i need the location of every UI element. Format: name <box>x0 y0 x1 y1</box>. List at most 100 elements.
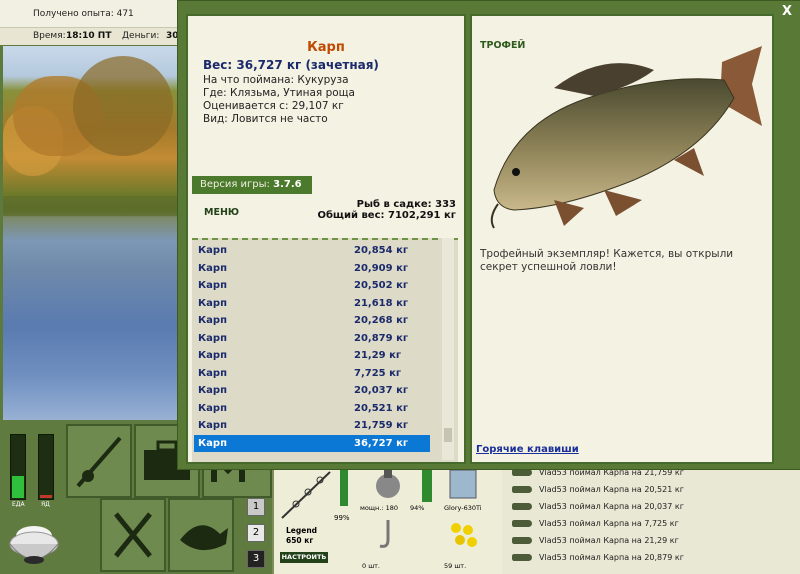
catch-log-text: Vlad53 поймал Карпа на 20,521 кг <box>539 485 684 494</box>
rod-weight: 650 кг <box>286 536 314 545</box>
keepnet-row-weight: 20,037 кг <box>354 385 409 396</box>
tree <box>73 56 173 156</box>
corn-bait-icon <box>451 523 477 547</box>
keepnet-row-weight: 21,29 кг <box>354 350 402 361</box>
carp-image <box>490 46 762 229</box>
keepnet-row-name: Карп <box>198 420 227 431</box>
scrollbar-thumb[interactable] <box>444 428 452 442</box>
reel-percent: 94% <box>410 504 425 512</box>
keepnet-row-weight: 20,502 кг <box>354 280 409 291</box>
version-value: 3.7.6 <box>273 179 302 190</box>
keepnet-row-weight: 21,618 кг <box>354 297 409 309</box>
hook-count: 0 шт. <box>362 562 381 570</box>
fish-icon <box>512 537 532 544</box>
catch-log-text: Vlad53 поймал Карпа на 7,725 кг <box>539 519 679 528</box>
catch-log-text: Vlad53 поймал Карпа на 20,037 кг <box>539 502 684 511</box>
keepnet-row[interactable]: Карп 20,909 кг <box>194 260 430 278</box>
reel-power: мощн.: 180 <box>360 504 398 512</box>
keepnet-row-name: Карп <box>198 332 227 344</box>
keepnet-list[interactable]: Карп 20,854 кг Карп 20,909 кг Карп 20,502 кг К… <box>192 238 458 462</box>
rod-slot[interactable] <box>66 424 132 498</box>
slot-2-button[interactable]: 2 <box>247 524 265 542</box>
keepnet-row[interactable]: Карп 20,521 кг <box>194 400 430 418</box>
keepnet-row-name: Карп <box>198 350 227 361</box>
keepnet-scrollbar[interactable] <box>442 238 454 460</box>
fish-place: Где: Клязьма, Утиная роща <box>203 87 355 99</box>
time-value: 18:10 ПТ <box>66 31 112 41</box>
fish-icon <box>512 520 532 527</box>
keepnet-row-weight: 20,521 кг <box>354 402 409 414</box>
rod-durability-bar <box>340 466 348 506</box>
keepnet-row-name: Карп <box>198 385 227 396</box>
slot-3-button[interactable]: 3 <box>247 550 265 568</box>
experience-label: Получено опыта: 471 <box>33 9 134 19</box>
money-label: Деньги: <box>122 31 160 41</box>
keepnet-row[interactable]: Карп 20,854 кг <box>194 242 430 260</box>
keepnet-row-weight: 20,879 кг <box>354 332 409 344</box>
keepnet-row[interactable]: Карп 21,29 кг <box>194 347 430 365</box>
eat-slot[interactable] <box>100 498 166 572</box>
keepnet-row[interactable]: Карп 7,725 кг <box>194 365 430 383</box>
keepnet-row[interactable]: Карп 20,502 кг <box>194 277 430 295</box>
fish-weight: Вес: 36,727 кг (зачетная) <box>203 58 379 72</box>
keepnet-row[interactable]: Карп 20,879 кг <box>194 330 430 348</box>
trophy-text: Трофейный экземпляр! Кажется, вы открыли… <box>480 248 734 273</box>
hud-topbar: Получено опыта: 471 Время: 18:10 ПТ День… <box>0 0 180 45</box>
keepnet-row[interactable]: Карп 20,037 кг <box>194 382 430 400</box>
catch-log-item: Vlad53 поймал Карпа на 20,521 кг <box>502 481 800 498</box>
keepnet-row[interactable]: Карп 21,759 кг <box>194 417 430 435</box>
catch-log-item: Vlad53 поймал Карпа на 21,29 кг <box>502 532 800 549</box>
close-icon[interactable]: X <box>782 4 792 19</box>
reel-icon <box>376 470 400 498</box>
keepnet-row-name: Карп <box>198 245 227 256</box>
reel-durability-bar <box>422 466 432 502</box>
slot-1-button[interactable]: 1 <box>247 498 265 516</box>
keepnet-row-weight: 21,759 кг <box>354 420 409 431</box>
keepnet-row-weight: 20,268 кг <box>354 315 409 326</box>
fork-knife-icon <box>114 512 152 558</box>
fishing-line-icon <box>449 469 477 499</box>
hook-icon <box>379 520 390 548</box>
version-label: Версия игры: <box>200 179 270 190</box>
hotkeys-link[interactable]: Горячие клавиши <box>476 444 579 455</box>
fish-valued: Оценивается с: 29,107 кг <box>203 100 344 112</box>
keepnet-row-name: Карп <box>198 437 227 449</box>
fish-bait: На что поймана: Кукуруза <box>203 74 349 86</box>
keepnet-row-name: Карп <box>198 262 227 274</box>
time-label: Время: <box>33 31 66 41</box>
catch-log-item: Vlad53 поймал Карпа на 7,725 кг <box>502 515 800 532</box>
keepnet-row[interactable]: Карп 20,268 кг <box>194 312 430 330</box>
fish-in-keepnet: Рыб в садке: 333 <box>356 199 456 210</box>
keepnet-row-name: Карп <box>198 402 227 414</box>
menu-link[interactable]: МЕНЮ <box>204 207 239 218</box>
fish-kind: Вид: Ловится не часто <box>203 113 328 125</box>
fish-name: Карп <box>307 40 345 55</box>
catch-log-item: Vlad53 поймал Карпа на 20,879 кг <box>502 549 800 566</box>
keepnet-row[interactable]: Карп 21,618 кг <box>194 295 430 313</box>
fish-icon <box>180 525 228 551</box>
poison-meter-fill <box>40 494 52 498</box>
river-bank <box>3 196 180 216</box>
keepnet-summary: Рыб в садке: 333 Общий вес: 7102,291 кг <box>317 199 456 221</box>
food-bowl-icon[interactable] <box>8 514 60 570</box>
food-meter <box>10 434 26 500</box>
fishing-scene[interactable] <box>3 46 180 420</box>
fish-info-panel: Карп Вес: 36,727 кг (зачетная) На что по… <box>186 14 466 464</box>
fish-icon <box>512 469 532 476</box>
fish-slot[interactable] <box>168 498 234 572</box>
setup-button[interactable]: НАСТРОИТЬ <box>280 552 328 563</box>
keepnet-row-weight: 20,909 кг <box>354 262 409 274</box>
total-weight: Общий вес: 7102,291 кг <box>317 210 456 221</box>
catch-log-text: Vlad53 поймал Карпа на 21,29 кг <box>539 536 679 545</box>
keepnet-row[interactable]: Карп 36,727 кг <box>194 434 430 452</box>
rod-name: Legend <box>286 526 318 535</box>
keepnet-row-weight: 36,727 кг <box>354 437 409 449</box>
catch-log-text: Vlad53 поймал Карпа на 20,879 кг <box>539 553 684 562</box>
fish-icon <box>512 503 532 510</box>
food-meter-fill <box>12 476 24 498</box>
keepnet-row-name: Карп <box>198 367 227 379</box>
catch-log: Vlad53 поймал Карпа на 21,759 кг Vlad53 п… <box>502 462 800 574</box>
food-label: ЕДА <box>12 501 25 508</box>
game-version: Версия игры: 3.7.6 <box>192 176 312 194</box>
keepnet-row-weight: 7,725 кг <box>354 367 402 379</box>
